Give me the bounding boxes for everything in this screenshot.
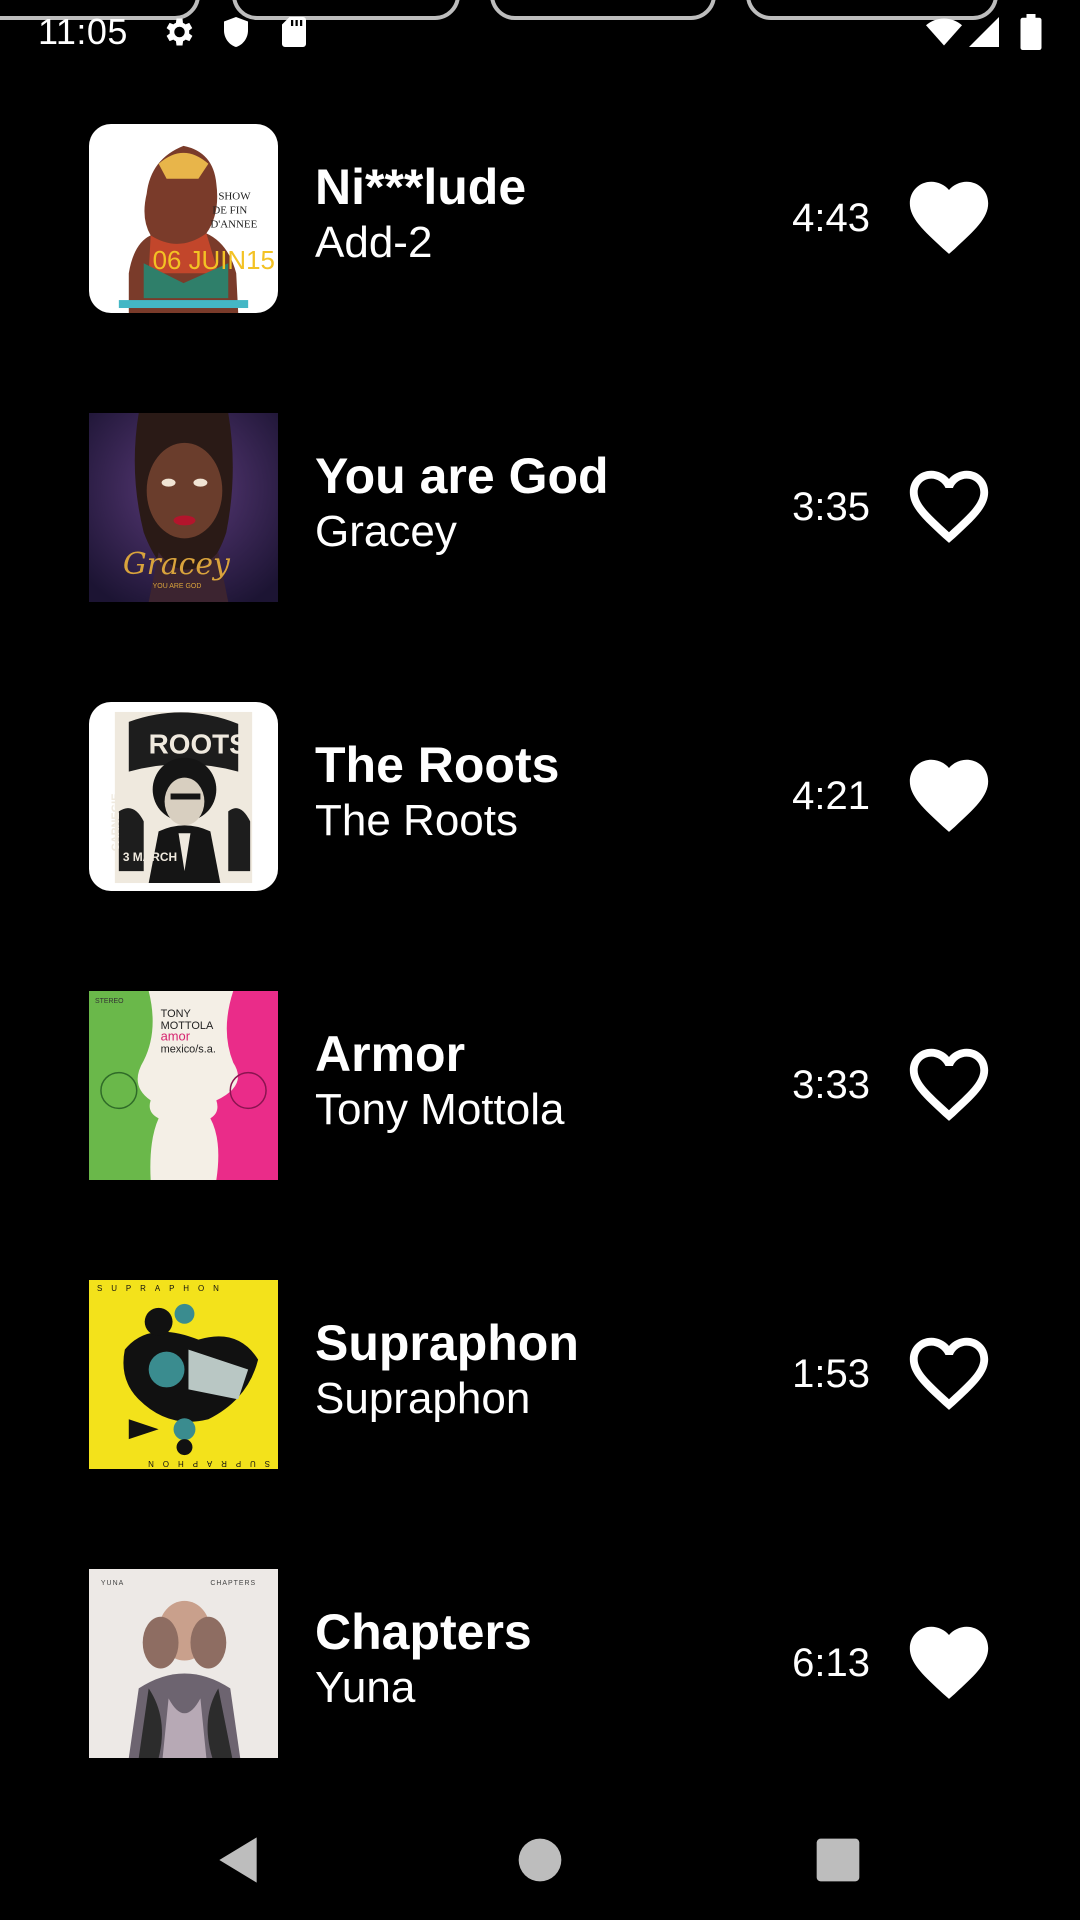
album-art-text: ROOTS [149, 729, 248, 760]
album-art: Gracey YOU ARE GOD [89, 413, 278, 602]
gear-icon [160, 14, 196, 50]
song-duration: 3:35 [792, 485, 870, 529]
album-art-text: DE FIN [212, 205, 247, 217]
song-title: Chapters [315, 1604, 532, 1660]
song-title: Armor [315, 1026, 466, 1082]
album-art-text: CARNEGIE [110, 793, 122, 851]
album-art-text: SHOW [218, 191, 251, 203]
song-title: Supraphon [315, 1315, 579, 1371]
like-button[interactable] [902, 1037, 996, 1131]
song-title: You are God [315, 448, 609, 504]
sd-card-icon [276, 14, 312, 50]
song-artist: Yuna [315, 1663, 416, 1712]
album-art-text: SUPRAPHON [139, 1459, 270, 1468]
song-artist: Supraphon [315, 1374, 531, 1423]
song-row[interactable]: SUPRAPHON SUPRAPHON Supraphon Supraphon … [0, 1280, 1080, 1470]
like-button[interactable] [902, 748, 996, 842]
album-art-text: YUNA [101, 1580, 124, 1587]
album-art-text: YOU ARE GOD [153, 583, 202, 590]
album-art: SUPRAPHON SUPRAPHON [89, 1280, 278, 1469]
back-button[interactable] [206, 1828, 270, 1892]
song-text: Armor Tony Mottola [315, 1025, 755, 1137]
album-art: STEREO TONY MOTTOLA amor mexico/s.a. [89, 991, 278, 1180]
status-time: 11:05 [38, 11, 128, 52]
home-button[interactable] [508, 1828, 572, 1892]
album-art-text: D'ANNEE [210, 218, 257, 230]
album-art-text: STEREO [95, 998, 124, 1005]
back-icon [219, 1837, 257, 1883]
album-art-text: CHAPTERS [210, 1580, 256, 1587]
song-title: The Roots [315, 737, 560, 793]
album-art-text: SUPRAPHON [97, 1284, 228, 1293]
album-art-text: 3 MARCH [123, 850, 177, 864]
heart-outline-icon [909, 470, 989, 543]
song-title: Ni***lude [315, 159, 527, 215]
song-row[interactable]: Gracey YOU ARE GOD You are God Gracey 3:… [0, 413, 1080, 603]
album-art-text: amor [161, 1029, 191, 1044]
shield-icon [218, 14, 254, 50]
song-row[interactable]: ROOTS CARNEGIE 3 MARCH The Roots The Roo… [0, 702, 1080, 892]
like-button[interactable] [902, 170, 996, 264]
song-row[interactable]: STEREO TONY MOTTOLA amor mexico/s.a. Arm… [0, 991, 1080, 1181]
song-text: You are God Gracey [315, 447, 755, 559]
song-row[interactable]: YUNA CHAPTERS Chapters Yuna 6:13 [0, 1569, 1080, 1759]
song-artist: Add-2 [315, 218, 433, 267]
song-text: Ni***lude Add-2 [315, 158, 755, 270]
heart-outline-icon [909, 1048, 989, 1121]
home-icon [518, 1838, 562, 1882]
signal-icon [966, 14, 1002, 50]
song-artist: Tony Mottola [315, 1085, 565, 1134]
camera-cutout-outline [232, 0, 460, 20]
heart-outline-icon [909, 1337, 989, 1410]
recents-button[interactable] [806, 1828, 870, 1892]
album-art-text: TONY [161, 1008, 192, 1020]
song-text: The Roots The Roots [315, 736, 755, 848]
album-art: ROOTS CARNEGIE 3 MARCH [89, 702, 278, 891]
battery-icon [1016, 14, 1046, 50]
album-art-text: Gracey [123, 547, 231, 582]
song-duration: 3:33 [792, 1063, 870, 1107]
song-duration: 6:13 [792, 1641, 870, 1685]
navigation-bar [0, 1800, 1080, 1920]
album-art-text: 06 JUIN [153, 247, 246, 275]
album-art-text: 15 [246, 247, 275, 275]
heart-filled-icon [909, 759, 989, 832]
song-row[interactable]: SHOW DE FIN D'ANNEE 06 JUIN 15 Ni***lude… [0, 124, 1080, 314]
status-bar: 11:05 [0, 0, 1080, 64]
like-button[interactable] [902, 1326, 996, 1420]
camera-cutout-outline [490, 0, 716, 20]
recents-icon [816, 1838, 860, 1882]
heart-filled-icon [909, 1626, 989, 1699]
song-artist: The Roots [315, 796, 518, 845]
song-duration: 4:43 [792, 196, 870, 240]
song-artist: Gracey [315, 507, 457, 556]
like-button[interactable] [902, 459, 996, 553]
album-art-text: mexico/s.a. [161, 1044, 216, 1056]
song-duration: 1:53 [792, 1352, 870, 1396]
song-duration: 4:21 [792, 774, 870, 818]
heart-filled-icon [909, 181, 989, 254]
album-art: SHOW DE FIN D'ANNEE 06 JUIN 15 [89, 124, 278, 313]
wifi-icon [924, 14, 964, 50]
song-text: Supraphon Supraphon [315, 1314, 755, 1426]
album-art: YUNA CHAPTERS [89, 1569, 278, 1758]
song-text: Chapters Yuna [315, 1603, 755, 1715]
like-button[interactable] [902, 1615, 996, 1709]
